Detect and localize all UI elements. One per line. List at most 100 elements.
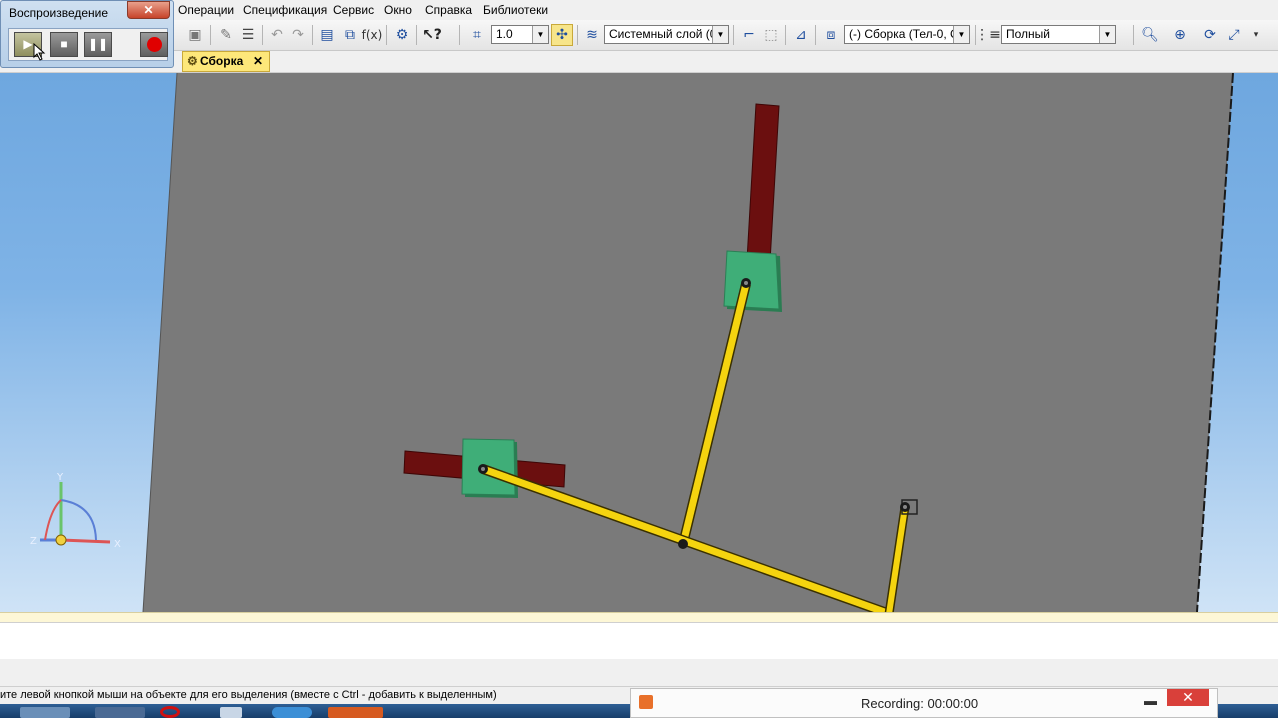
chevron-down-icon: ▼ bbox=[1099, 26, 1115, 43]
rebuild-icon[interactable]: ⬚ bbox=[760, 24, 782, 46]
menu-window-label: Окно bbox=[384, 3, 412, 17]
recording-window: Recording: 00:00:00 ▬ ✕ bbox=[630, 688, 1218, 718]
layers-icon[interactable]: ≋ bbox=[581, 24, 603, 46]
layer-value: Системный слой (0) bbox=[609, 27, 721, 41]
toolbar-separator bbox=[785, 25, 786, 45]
x-axis-label: X bbox=[114, 539, 121, 550]
chevron-down-icon: ▼ bbox=[953, 26, 969, 43]
manager-icon[interactable]: ▤ bbox=[316, 24, 338, 46]
brush-icon[interactable]: ✎ bbox=[215, 24, 237, 46]
x-axis-line bbox=[60, 538, 111, 544]
menu-specification[interactable]: Спецификация bbox=[243, 3, 327, 17]
properties-icon[interactable]: ☰ bbox=[237, 24, 259, 46]
scale-select[interactable]: 1.0 ▼ bbox=[491, 25, 549, 44]
chevron-down-icon: ▼ bbox=[712, 26, 728, 43]
taskbar-item[interactable] bbox=[220, 707, 242, 718]
menu-libraries[interactable]: Библиотеки bbox=[483, 3, 548, 17]
tree-icon[interactable]: ⧉ bbox=[339, 24, 361, 46]
toolbar-separator bbox=[386, 25, 387, 45]
joint-center bbox=[481, 467, 485, 471]
tab-close-icon[interactable]: ✕ bbox=[253, 52, 263, 71]
menu-help-label: Справка bbox=[425, 3, 473, 17]
joint-center bbox=[903, 505, 907, 509]
close-icon: ✕ bbox=[143, 3, 154, 17]
paste-icon[interactable]: ▣ bbox=[184, 24, 206, 46]
zoom-icon[interactable]: 🔍︎ bbox=[1139, 24, 1161, 46]
menu-libraries-label: Библиотеки bbox=[483, 3, 549, 17]
menu-operations[interactable]: Операции bbox=[178, 3, 234, 17]
recording-close-button[interactable]: ✕ bbox=[1167, 689, 1209, 706]
snap-icon[interactable]: ✣ bbox=[551, 24, 573, 46]
playback-window: Воспроизведение ✕ ▶ ■ ❚❚ bbox=[0, 0, 174, 68]
view-mode-value: Полный bbox=[1006, 27, 1050, 41]
undo-icon[interactable]: ↶ bbox=[266, 24, 288, 46]
minimize-icon[interactable]: ▬ bbox=[1144, 693, 1157, 708]
menu-help[interactable]: Справка bbox=[425, 3, 472, 17]
recorder-app-icon bbox=[639, 695, 653, 709]
menu-specification-label: Спецификация bbox=[243, 3, 328, 17]
tab-assembly-label: Сборка bbox=[200, 54, 244, 68]
axis-arc bbox=[44, 499, 62, 541]
toolbar-overflow-icon[interactable]: ▾ bbox=[1245, 24, 1267, 46]
mouse-cursor-icon bbox=[33, 43, 46, 61]
display-mode-icon[interactable]: ⋮≡ bbox=[975, 24, 1001, 46]
fx-label: f(x) bbox=[361, 28, 383, 42]
toolbar-separator bbox=[312, 25, 313, 45]
menu-window[interactable]: Окно bbox=[384, 3, 412, 17]
toolbar-separator bbox=[577, 25, 578, 45]
menu-service-label: Сервис bbox=[333, 3, 375, 17]
menu-operations-label: Операции bbox=[178, 3, 235, 17]
orient-icon[interactable]: ⊿ bbox=[790, 24, 812, 46]
status-hint: ите левой кнопкой мыши на объекте для ег… bbox=[0, 689, 497, 701]
y-axis-label: Y bbox=[56, 472, 64, 483]
variables-fx-button[interactable]: f(x) bbox=[361, 24, 383, 46]
taskbar-item[interactable] bbox=[95, 707, 145, 718]
taskbar-item[interactable] bbox=[20, 707, 70, 718]
local-cs-icon[interactable]: ⌐ bbox=[738, 24, 760, 46]
document-tab-bar: ⚙ Сборка ✕ bbox=[0, 51, 1278, 73]
zoom-window-icon[interactable]: ⊕ bbox=[1169, 24, 1191, 46]
assembly-doc-icon: ⚙ bbox=[187, 54, 198, 68]
panel-area bbox=[0, 659, 1278, 686]
stop-button[interactable]: ■ bbox=[50, 32, 78, 57]
menu-service[interactable]: Сервис bbox=[333, 3, 374, 17]
axis-arc bbox=[60, 499, 97, 541]
assembly-icon[interactable]: ⧈ bbox=[820, 24, 842, 46]
top-slider-block bbox=[723, 250, 780, 310]
scene-svg: Y X Z bbox=[30, 73, 1234, 612]
properties-panel bbox=[0, 622, 1278, 660]
chevron-down-icon: ▼ bbox=[532, 26, 548, 43]
record-icon bbox=[146, 37, 162, 52]
tab-assembly[interactable]: ⚙ Сборка ✕ bbox=[182, 51, 270, 72]
record-button[interactable] bbox=[140, 32, 168, 57]
toolbar-separator bbox=[416, 25, 417, 45]
pause-button[interactable]: ❚❚ bbox=[84, 32, 112, 57]
rotate-icon[interactable]: ⟳ bbox=[1199, 24, 1221, 46]
3d-viewport[interactable]: Y X Z bbox=[0, 73, 1278, 612]
menu-bar: Операции Спецификация Сервис Окно Справк… bbox=[0, 0, 1278, 20]
assembly-value: (-) Сборка (Тел-0, С bbox=[849, 27, 959, 41]
main-toolbar: ▣ ✎ ☰ ↶ ↷ ▤ ⧉ f(x) ⚙ ↖? ⌗ 1.0 ▼ ✣ ≋ Сист… bbox=[0, 20, 1278, 51]
assembly-select[interactable]: (-) Сборка (Тел-0, С ▼ bbox=[844, 25, 970, 44]
toolbar-separator bbox=[459, 25, 460, 45]
redo-icon[interactable]: ↷ bbox=[287, 24, 309, 46]
z-axis-label: Z bbox=[30, 536, 37, 547]
pan-icon[interactable]: ⤢ bbox=[1223, 24, 1245, 46]
toolbar-separator bbox=[815, 25, 816, 45]
context-help-icon[interactable]: ↖? bbox=[421, 24, 443, 46]
playback-controls: ▶ ■ ❚❚ bbox=[8, 28, 168, 61]
recording-timer: Recording: 00:00:00 bbox=[861, 696, 979, 711]
toolbar-separator bbox=[733, 25, 734, 45]
playback-close-button[interactable]: ✕ bbox=[127, 1, 170, 19]
axis-origin-icon bbox=[55, 534, 67, 546]
taskbar-item[interactable] bbox=[272, 707, 312, 718]
toolbar-separator bbox=[210, 25, 211, 45]
scale-value: 1.0 bbox=[496, 27, 513, 41]
opera-icon[interactable] bbox=[160, 706, 180, 718]
view-mode-select[interactable]: Полный ▼ bbox=[1001, 25, 1116, 44]
measure-icon[interactable]: ⚙ bbox=[391, 24, 413, 46]
toolbar-separator bbox=[1133, 25, 1134, 45]
scale-icon[interactable]: ⌗ bbox=[466, 24, 488, 46]
layer-select[interactable]: Системный слой (0) ▼ bbox=[604, 25, 729, 44]
taskbar-item[interactable] bbox=[328, 707, 383, 718]
